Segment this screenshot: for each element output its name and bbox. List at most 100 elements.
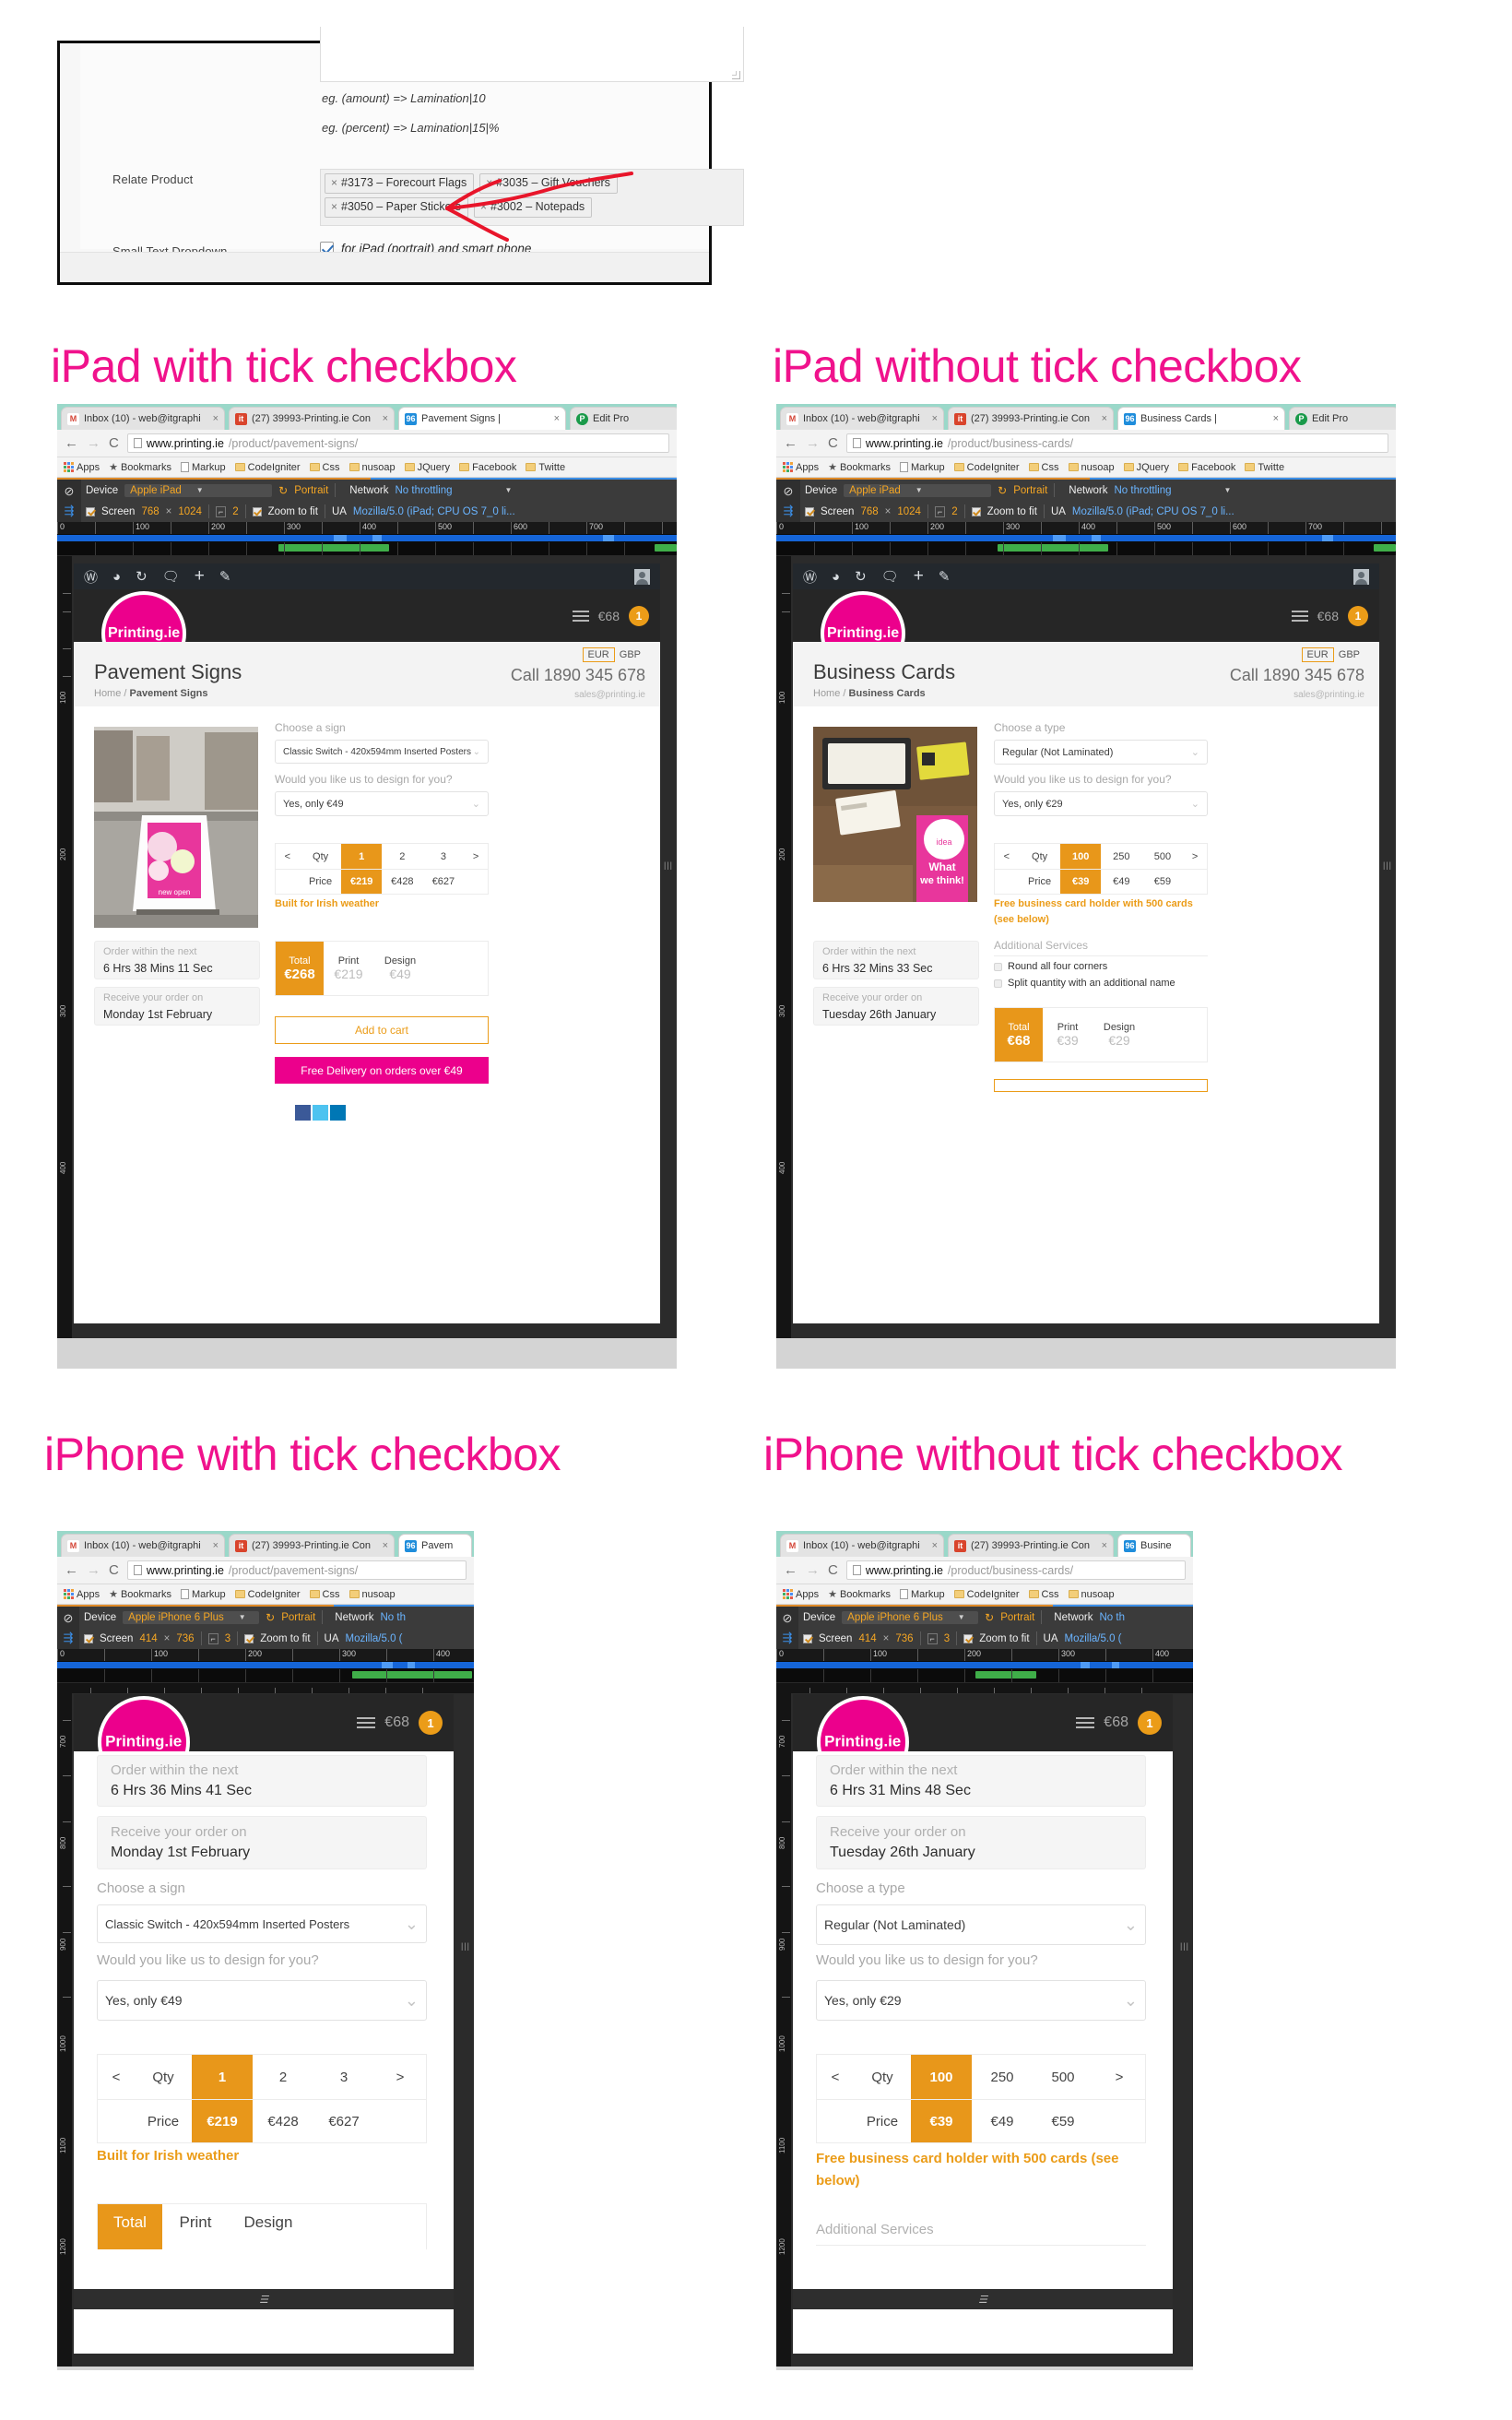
qty-option-2[interactable]: 250 xyxy=(1101,844,1142,869)
price-option-3[interactable]: €627 xyxy=(423,870,465,894)
tab-inbox[interactable]: M Inbox (10) - web@itgraphi × xyxy=(780,1534,944,1557)
scrollbar-grip[interactable]: ||| xyxy=(461,1941,470,1951)
dashboard-icon[interactable]: ◕ xyxy=(832,569,840,585)
bookmark-bookmarks[interactable]: ★ Bookmarks xyxy=(828,461,891,474)
price-option-2[interactable]: €428 xyxy=(382,870,423,894)
facebook-icon[interactable] xyxy=(295,1105,311,1121)
phone-number[interactable]: Call 1890 345 678 xyxy=(511,666,645,685)
bookmark-apps[interactable]: Apps xyxy=(64,462,100,473)
phone-number[interactable]: Call 1890 345 678 xyxy=(1230,666,1364,685)
close-tab-icon[interactable]: × xyxy=(377,1540,388,1551)
pricing-rules-textarea[interactable] xyxy=(320,27,744,82)
product-tag[interactable]: × #3173 – Forecourt Flags xyxy=(325,173,475,194)
cart-amount[interactable]: €68 xyxy=(598,609,620,623)
close-tab-icon[interactable]: × xyxy=(207,413,219,424)
scrollbar-grip[interactable]: ||| xyxy=(1180,1941,1189,1951)
tab-printing-conversation[interactable]: it (27) 39993-Printing.ie Con × xyxy=(948,407,1114,430)
screen-width[interactable]: 414 xyxy=(139,1633,157,1644)
product-tag[interactable]: × #3002 – Notepads xyxy=(473,197,593,218)
bookmark-bookmarks[interactable]: ★ Bookmarks xyxy=(109,461,171,474)
forward-icon[interactable]: → xyxy=(806,1562,820,1578)
network-conditions-icon[interactable]: ⇶ xyxy=(65,504,75,518)
avatar[interactable] xyxy=(634,568,650,585)
close-tab-icon[interactable]: × xyxy=(207,1540,219,1551)
card-type-select[interactable]: Regular (Not Laminated) ⌄ xyxy=(816,1904,1146,1945)
qty-option-3[interactable]: 500 xyxy=(1033,2055,1093,2099)
product-photo[interactable]: idea What we think! xyxy=(813,727,977,902)
scrollbar-grip[interactable]: ||| xyxy=(664,860,673,870)
tab-business-cards[interactable]: 96 Business Cards | × xyxy=(1117,407,1285,430)
qty-option-1[interactable]: 1 xyxy=(192,2055,253,2099)
rotate-icon[interactable]: ↻ xyxy=(266,1611,275,1624)
cart-count-badge[interactable]: 1 xyxy=(1348,605,1368,626)
bookmark-jquery[interactable]: JQuery xyxy=(1123,462,1169,473)
cart-amount[interactable]: €68 xyxy=(1104,1714,1128,1731)
screen-checkbox[interactable] xyxy=(84,1633,93,1643)
screen-width[interactable]: 768 xyxy=(141,506,159,517)
product-photo[interactable]: new open xyxy=(94,727,258,928)
bookmark-facebook[interactable]: Facebook xyxy=(459,462,516,473)
ua-value[interactable]: Mozilla/5.0 ( xyxy=(1065,1633,1122,1644)
hamburger-icon[interactable]: ☰ xyxy=(978,2294,987,2306)
card-type-select[interactable]: Regular (Not Laminated) ⌄ xyxy=(994,740,1208,765)
updates-icon[interactable]: ↻ xyxy=(136,568,148,585)
social-share-buttons[interactable] xyxy=(295,1105,346,1121)
tab-edit-product[interactable]: P Edit Pro xyxy=(570,407,677,430)
reload-icon[interactable]: C xyxy=(109,435,119,451)
currency-switcher[interactable]: EUR GBP xyxy=(1301,647,1364,662)
screen-width[interactable]: 768 xyxy=(860,506,878,517)
tab-pavement-signs[interactable]: 96 Pavement Signs | × xyxy=(398,407,566,430)
network-value[interactable]: No th xyxy=(380,1612,406,1623)
forward-icon[interactable]: → xyxy=(87,1562,100,1578)
cart-count-badge[interactable]: 1 xyxy=(1138,1711,1162,1735)
product-tag[interactable]: × #3035 – Gift Vouchers xyxy=(479,173,618,194)
menu-icon[interactable] xyxy=(1291,610,1308,622)
remove-tag-icon[interactable]: × xyxy=(331,200,337,213)
price-option-1[interactable]: €39 xyxy=(911,2100,972,2142)
ua-value[interactable]: Mozilla/5.0 (iPad; CPU OS 7_0 li... xyxy=(1072,506,1234,517)
close-tab-icon[interactable]: × xyxy=(927,1540,938,1551)
bookmark-twitter[interactable]: Twitte xyxy=(1245,462,1284,473)
edit-icon[interactable]: ✎ xyxy=(939,568,951,585)
network-conditions-icon[interactable]: ⇶ xyxy=(784,504,794,518)
comments-icon[interactable]: 🗨 xyxy=(162,568,180,585)
no-cache-icon[interactable]: ⊘ xyxy=(65,484,75,499)
back-icon[interactable]: ← xyxy=(784,1562,797,1578)
bookmark-markup[interactable]: Markup xyxy=(899,1589,945,1600)
back-icon[interactable]: ← xyxy=(65,435,78,451)
no-cache-icon[interactable]: ⊘ xyxy=(784,484,794,499)
cart-amount[interactable]: €68 xyxy=(1317,609,1339,623)
product-tag[interactable]: × #3050 – Paper Stickers xyxy=(325,197,468,218)
bookmark-codeigniter[interactable]: CodeIgniter xyxy=(953,1589,1020,1600)
remove-tag-icon[interactable]: × xyxy=(486,176,492,189)
page-info-icon[interactable] xyxy=(133,438,142,448)
bookmark-twitter[interactable]: Twitte xyxy=(526,462,565,473)
qty-prev-button[interactable]: < xyxy=(817,2055,854,2099)
ua-value[interactable]: Mozilla/5.0 ( xyxy=(346,1633,403,1644)
device-select[interactable]: Apple iPhone 6 Plus ▼ xyxy=(123,1610,260,1624)
qty-option-1[interactable]: 100 xyxy=(1060,844,1102,869)
qty-option-1[interactable]: 1 xyxy=(341,844,383,869)
network-conditions-icon[interactable]: ⇶ xyxy=(783,1631,793,1645)
rotate-icon[interactable]: ↻ xyxy=(985,1611,994,1624)
bookmark-markup[interactable]: Markup xyxy=(899,462,945,473)
updates-icon[interactable]: ↻ xyxy=(855,568,867,585)
remove-tag-icon[interactable]: × xyxy=(331,176,337,189)
close-tab-icon[interactable]: × xyxy=(927,413,938,424)
breadcrumb-home[interactable]: Home xyxy=(813,688,840,699)
forward-icon[interactable]: → xyxy=(806,435,820,451)
design-option-select[interactable]: Yes, only €29 ⌄ xyxy=(994,791,1208,816)
new-content-icon[interactable]: + xyxy=(914,566,924,587)
tab-printing-conversation[interactable]: it (27) 39993-Printing.ie Con × xyxy=(229,407,395,430)
close-tab-icon[interactable]: × xyxy=(1268,413,1279,424)
close-tab-icon[interactable]: × xyxy=(1096,1540,1107,1551)
design-option-select[interactable]: Yes, only €49 ⌄ xyxy=(97,1980,427,2021)
currency-eur[interactable]: EUR xyxy=(582,647,615,662)
bookmark-markup[interactable]: Markup xyxy=(180,1589,226,1600)
service-checkbox[interactable] xyxy=(994,979,1002,988)
currency-eur[interactable]: EUR xyxy=(1301,647,1334,662)
bookmark-bookmarks[interactable]: ★ Bookmarks xyxy=(109,1588,171,1601)
qty-next-button[interactable]: > xyxy=(1183,844,1207,869)
bookmark-nusoap[interactable]: nusoap xyxy=(1068,1589,1115,1600)
qty-next-button[interactable]: > xyxy=(1093,2055,1145,2099)
